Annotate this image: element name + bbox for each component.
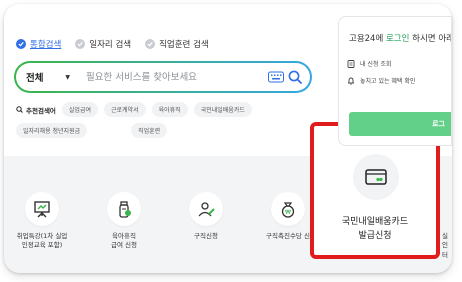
login-benefit-text: 놓치고 있는 혜택 확인 <box>360 78 416 85</box>
service-label: 구직신청 <box>194 232 218 240</box>
service-label: 취업특강(1차 실업 <box>16 232 68 240</box>
recommended-keywords: 추천검색어 실업급여 근로계약서 육아휴직 국민내일배움카드 일자리채용 청년지… <box>16 102 312 138</box>
service-parental-leave[interactable]: 육아휴직 급여 신청 <box>92 192 156 251</box>
credit-card-icon <box>353 154 399 200</box>
recommended-title: 추천검색어 <box>16 105 56 115</box>
check-icon <box>145 39 156 49</box>
keyword-chip[interactable]: 실업급여 <box>61 102 98 117</box>
keyword-chip[interactable]: 육아휴직 <box>151 102 188 117</box>
card-label-line: 국민내일배움카드 <box>341 217 409 227</box>
caret-down-icon: ▼ <box>65 73 70 81</box>
login-benefit-text: 내 신청 조회 <box>360 61 392 68</box>
tab-label: 일자리 검색 <box>89 40 132 50</box>
tab-label: 통합검색 <box>30 40 62 50</box>
presentation-board-icon <box>25 192 59 226</box>
search-icon <box>16 106 23 113</box>
login-panel-title: 고용24에 로그인 하시면 아래 <box>349 32 452 44</box>
search-scope-select[interactable]: 전체 ▼ <box>16 70 76 84</box>
card-label-line: 발급신청 <box>358 230 392 241</box>
check-icon <box>75 39 86 49</box>
login-button[interactable]: 로그 <box>349 112 451 136</box>
person-pencil-icon <box>189 192 223 226</box>
service-job-application[interactable]: 구직신청 <box>174 192 238 241</box>
svg-text:₩: ₩ <box>285 209 291 216</box>
search-input[interactable] <box>76 67 268 87</box>
service-label: 실 <box>442 232 448 240</box>
search-scope-value: 전체 <box>26 73 44 84</box>
service-label: 인정교육 포함) <box>21 241 63 250</box>
service-label: 인터 <box>442 241 448 259</box>
keyword-chip[interactable]: 직업훈련 <box>131 123 168 138</box>
card-label: 국민내일배움카드 발급신청 <box>314 216 436 243</box>
service-partial-label[interactable]: 실 인터 <box>442 232 452 260</box>
search-bar: 전체 ▼ <box>14 61 312 93</box>
keyboard-icon[interactable] <box>268 71 284 83</box>
login-title-highlight: 로그인 <box>385 34 410 44</box>
check-icon <box>16 39 26 49</box>
keyword-chip[interactable]: 근로계약서 <box>104 102 146 117</box>
recommended-title-text: 추천검색어 <box>26 106 56 115</box>
tab-training-search[interactable]: 직업훈련 검색 <box>145 38 209 50</box>
tab-integrated-search[interactable]: 통합검색 <box>16 38 61 50</box>
baby-bottle-icon <box>107 192 141 226</box>
document-icon <box>347 59 355 68</box>
search-icon[interactable] <box>288 70 302 84</box>
search-tabs: 통합검색 일자리 검색 직업훈련 검색 <box>16 38 223 50</box>
money-bag-icon: ₩ <box>271 192 305 226</box>
login-panel: 고용24에 로그인 하시면 아래 내 신청 조회 놓치고 있는 혜택 확인 로그 <box>338 16 452 146</box>
bell-icon <box>348 77 354 85</box>
service-job-lecture[interactable]: 취업특강(1차 실업 인정교육 포함) <box>10 192 74 251</box>
keyword-chip[interactable]: 일자리채용 청년지원금 <box>16 123 88 138</box>
tab-job-search[interactable]: 일자리 검색 <box>75 38 131 50</box>
login-title-prefix: 고용24에 <box>349 34 386 44</box>
service-label: 육아휴직 <box>112 232 136 240</box>
keyword-chip[interactable]: 국민내일배움카드 <box>193 102 252 117</box>
tab-label: 직업훈련 검색 <box>159 40 209 50</box>
service-label: 급여 신청 <box>111 241 137 250</box>
login-benefit-item: 놓치고 있는 혜택 확인 <box>347 76 415 85</box>
login-benefit-item: 내 신청 조회 <box>347 59 391 68</box>
login-title-suffix: 하시면 아래 <box>409 34 452 44</box>
